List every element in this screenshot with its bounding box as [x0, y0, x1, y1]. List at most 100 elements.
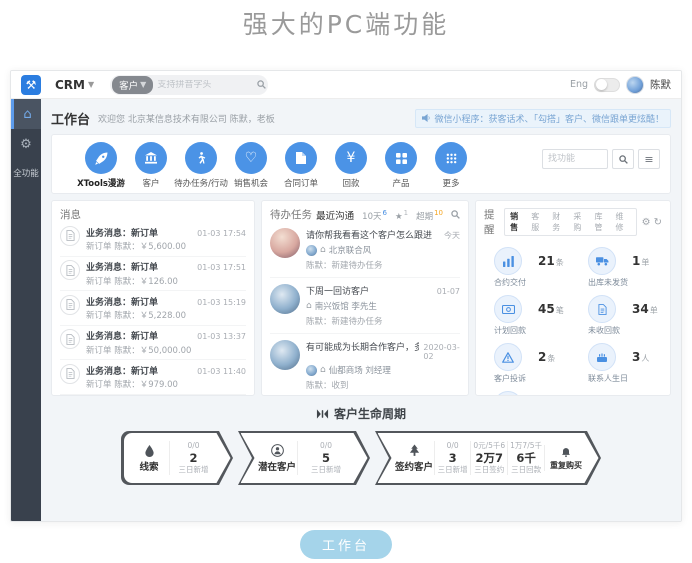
message-time: 01-03 17:54 — [197, 228, 246, 238]
todo-org-line: ⌂ 北京联合风 — [306, 244, 460, 256]
quicknav-products[interactable]: 产品 — [376, 142, 426, 189]
todo-row[interactable]: 请你帮我看看这个客户怎么跟进 今天 ⌂ 北京联合风 陈默：新建待办任务 — [270, 222, 460, 278]
reminders-grid: 21条 合约交付 1单 出库未发货 45笔 计划回款 34单 未收回款 2条 客… — [484, 244, 662, 395]
app-logo[interactable]: ⚒ — [21, 74, 41, 95]
message-row[interactable]: 业务消息：新订单 01-03 15:19 新订单 陈默：￥5,228.00 — [60, 291, 246, 326]
tab-sales[interactable]: 销售 — [507, 210, 528, 234]
user-name[interactable]: 陈默 — [650, 77, 671, 92]
tree-icon — [409, 444, 420, 457]
quicknav-opportunities[interactable]: ♡ 销售机会 — [226, 142, 276, 189]
global-search[interactable]: 客户 ▼ — [110, 74, 269, 95]
stage-name: 重复购买 — [550, 461, 582, 470]
tab-maintenance[interactable]: 维修 — [613, 210, 634, 234]
reminder-cell[interactable]: 21条 合约交付 — [484, 244, 568, 292]
company-icon: ⌂ — [320, 365, 326, 375]
search-scope-button[interactable]: 客户 ▼ — [112, 75, 154, 94]
reminder-cell[interactable]: 1单 出库未发货 — [578, 244, 662, 292]
reminder-cell[interactable]: 3人 联系人生日 — [578, 340, 662, 388]
todos-card: 待办任务 最近沟通 10天6 ★1 超期10 请你帮我看看这个客户怎么跟进 今天… — [261, 200, 469, 396]
stage-name: 签约客户 — [394, 461, 433, 473]
search-input[interactable] — [153, 79, 258, 90]
contract-delivery-icon — [494, 247, 522, 275]
quicknav-label: 合同订单 — [283, 179, 318, 189]
user-avatar[interactable] — [626, 75, 644, 94]
reminders-tools: ⚙ ↻ — [642, 217, 662, 228]
org-name[interactable]: 仙都商场 刘经理 — [329, 364, 391, 376]
dashboard-columns: 消息 业务消息：新订单 01-03 17:54 新订单 陈默：￥5,600.00 … — [51, 200, 671, 396]
search-icon[interactable] — [257, 80, 266, 89]
tab-finance[interactable]: 财务 — [549, 210, 570, 234]
list-view-button[interactable]: ≡ — [638, 149, 660, 169]
birthday-icon — [588, 343, 616, 371]
message-row[interactable]: 业务消息：新订单 01-03 11:40 新订单 陈默：￥979.00 — [60, 360, 246, 395]
welcome-text: 欢迎您 北京某信息技术有限公司 陈默，老板 — [98, 114, 275, 125]
stage-signed-customers[interactable]: 签约客户 0/0 3 三日新增 0元/5千6 2万7 三日签约 1万7/5千 6… — [375, 431, 601, 485]
find-function-input[interactable] — [542, 149, 608, 169]
quicknav-label: 待办任务/行动 — [174, 179, 228, 189]
quicknav-more[interactable]: 更多 — [426, 142, 476, 189]
quicknav-payments[interactable]: ¥ 回款 — [326, 142, 376, 189]
gear-icon: ⚙ — [20, 136, 32, 152]
heart-icon: ♡ — [235, 142, 267, 174]
lifecycle-title: 客户生命周期 — [51, 405, 671, 422]
lang-toggle[interactable] — [594, 77, 620, 92]
tab-purchase[interactable]: 采购 — [570, 210, 591, 234]
tab-overdue[interactable]: 超期10 — [416, 209, 443, 222]
find-search-button[interactable] — [612, 149, 634, 169]
tab-recent-contact[interactable]: 最近沟通 — [316, 208, 354, 222]
reminder-label: 合约交付 — [494, 278, 526, 287]
reminder-label: 未收回款 — [588, 326, 620, 335]
reminder-cell[interactable]: 45笔 计划回款 — [484, 292, 568, 340]
quicknav-customers[interactable]: 客户 — [126, 142, 176, 189]
workbench-pill-button[interactable]: 工作台 — [299, 530, 393, 559]
todo-footer: 陈默：收到 — [306, 381, 349, 391]
stage-name: 潜在客户 — [257, 461, 296, 473]
reminders-header: 提醒 销售 客服 财务 采购 库管 维修 ⚙ ↻ — [484, 207, 662, 237]
tab-starred[interactable]: ★1 — [395, 209, 408, 222]
quicknav-todo-actions[interactable]: 待办任务/行动 — [174, 142, 228, 189]
todo-org-line: ⌂ 南兴饭馆 李先生 — [306, 300, 460, 312]
app-menu[interactable]: CRM ▼ — [55, 78, 94, 92]
quicknav-xtools[interactable]: XTools漫游 — [76, 142, 126, 189]
todo-title: 请你帮我看看这个客户怎么跟进 — [306, 231, 433, 241]
message-row[interactable]: 业务消息：新订单 01-03 13:37 新订单 陈默：￥50,000.00 — [60, 326, 246, 360]
sidebar-item-settings[interactable]: ⚙ — [11, 129, 41, 159]
stage-stat: 0/0 2 三日新增 — [169, 440, 217, 476]
stage-potential-customers[interactable]: 潜在客户 0/0 5 三日新增 — [238, 431, 370, 485]
stage-leads[interactable]: 线索 0/0 2 三日新增 — [121, 431, 233, 485]
todo-row[interactable]: 有可能成为长期合作客户，多做关怀 2020-03-02 ⌂ 仙都商场 刘经理 陈默… — [270, 334, 460, 395]
message-row[interactable]: 业务消息：新订单 01-03 17:54 新订单 陈默：￥5,600.00 — [60, 222, 246, 257]
refresh-icon[interactable]: ↻ — [654, 217, 662, 228]
message-row[interactable]: 业务消息：新订单01-03 10:36 新订单 陈默：￥5,050.00 — [60, 395, 246, 396]
tab-service[interactable]: 客服 — [528, 210, 549, 234]
quicknav-label: 客户 — [142, 179, 160, 189]
tab-ten-days[interactable]: 10天6 — [362, 209, 387, 222]
person-circle-icon — [270, 443, 284, 457]
org-name[interactable]: 南兴饭馆 李先生 — [315, 300, 377, 312]
reminder-cell[interactable]: 0条 SFA执行 — [484, 388, 568, 395]
reminder-cell[interactable]: 2条 客户投诉 — [484, 340, 568, 388]
warning-icon — [494, 343, 522, 371]
quicknav-label: 销售机会 — [233, 179, 268, 189]
quicknav-contracts[interactable]: 合同订单 — [276, 142, 326, 189]
tab-warehouse[interactable]: 库管 — [591, 210, 612, 234]
reminder-cell[interactable]: 34单 未收回款 — [578, 292, 662, 340]
todo-row[interactable]: 下周一回访客户 01-07 ⌂ 南兴饭馆 李先生 陈默：新建待办任务 — [270, 278, 460, 334]
sidebar-item-all-functions[interactable]: 全功能 — [11, 167, 41, 179]
sidebar-item-home[interactable]: ⌂ — [11, 99, 41, 129]
gear-icon[interactable]: ⚙ — [642, 217, 651, 228]
stage-repeat-purchase[interactable]: 重复购买 — [544, 445, 585, 471]
toggle-knob — [596, 79, 607, 90]
promo-banner[interactable]: 微信小程序：获客话术、「勾搭」客户、微信跟单更炫酷！ — [415, 108, 671, 128]
tools-icon: ⚒ — [25, 77, 37, 92]
org-name[interactable]: 北京联合风 — [329, 244, 372, 256]
reminder-label: 出库未发货 — [588, 278, 628, 287]
star-icon: ★ — [394, 211, 403, 222]
message-title: 业务消息：新订单 — [86, 263, 159, 273]
search-icon[interactable] — [451, 209, 460, 219]
message-row[interactable]: 业务消息：新订单 01-03 17:51 新订单 陈默：￥126.00 — [60, 257, 246, 291]
avatar — [270, 340, 300, 370]
avatar — [270, 284, 300, 314]
reminders-title: 提醒 — [484, 209, 495, 236]
reminder-label: 客户投诉 — [494, 374, 526, 383]
